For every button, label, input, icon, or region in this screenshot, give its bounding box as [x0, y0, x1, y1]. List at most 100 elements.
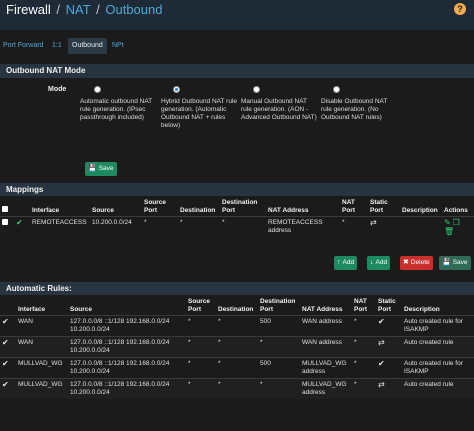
- mode-option-text: Automatic outbound NAT rule generation. …: [80, 98, 153, 121]
- cell-interface: MULLVAD_WG: [16, 378, 68, 399]
- cell-destination: *: [216, 315, 258, 337]
- cell-source-port: *: [142, 216, 178, 239]
- cell-source: 127.0.0.0/8 ::1/128 192.168.0.0/24 10.20…: [68, 315, 186, 337]
- col-destination: Destination: [180, 207, 216, 214]
- top-bar: Firewall / NAT / Outbound ?: [0, 0, 474, 30]
- arrow-down-icon: ↓: [370, 259, 374, 266]
- col-destination-port: Destination Port: [222, 199, 258, 214]
- cell-source-port: *: [186, 378, 216, 399]
- cell-source-port: *: [186, 357, 216, 379]
- cell-source: 127.0.0.0/8 ::1/128 192.168.0.0/24 10.20…: [68, 357, 186, 379]
- cell-destination-port: 500: [258, 357, 300, 379]
- cell-destination: *: [216, 378, 258, 399]
- mode-option-text: Disable Outbound NAT rule generation. (N…: [321, 98, 388, 121]
- col-select: [0, 198, 14, 217]
- cell-source: 127.0.0.0/8 ::1/128 192.168.0.0/24 10.20…: [68, 336, 186, 358]
- add-top-button[interactable]: ↑ Add: [334, 256, 358, 270]
- radio-automatic[interactable]: [94, 86, 101, 93]
- col-nat-port: NAT Port: [354, 298, 367, 313]
- mode-save-label: Save: [98, 165, 114, 172]
- mappings-heading: Mappings: [0, 183, 474, 196]
- col-source: Source: [70, 306, 93, 313]
- col-source-port: Source Port: [144, 199, 167, 214]
- radio-disable[interactable]: [333, 86, 340, 93]
- radio-hybrid[interactable]: [173, 86, 180, 93]
- cell-interface: MULLVAD_WG: [16, 357, 68, 379]
- cell-destination-port: *: [220, 216, 266, 239]
- col-source: Source: [92, 207, 115, 214]
- shuffle-icon: ⇄: [370, 218, 377, 227]
- cell-nat-address: MULLVAD_WG address: [300, 357, 352, 379]
- tab-outbound[interactable]: Outbound: [68, 38, 107, 54]
- trash-icon[interactable]: 🗑: [444, 227, 454, 236]
- col-interface: Interface: [32, 207, 60, 214]
- cell-destination-port: *: [258, 336, 300, 358]
- shuffle-icon: ⇄: [378, 338, 385, 347]
- cell-description: Auto created rule: [402, 378, 474, 399]
- cell-description: Auto created rule for ISAKMP: [402, 315, 474, 337]
- automatic-rules-table: Interface Source Source Port Destination…: [0, 297, 474, 399]
- col-destination: Destination: [218, 306, 254, 313]
- tab-npt[interactable]: NPt: [112, 38, 124, 54]
- breadcrumb-separator: /: [56, 2, 61, 17]
- cell-source: 127.0.0.0/8 ::1/128 192.168.0.0/24 10.20…: [68, 378, 186, 399]
- cell-nat-port: *: [352, 357, 376, 379]
- cell-destination: *: [216, 336, 258, 358]
- nat-tabs: Port Forward 1:1 Outbound NPt: [0, 30, 474, 58]
- help-icon[interactable]: ?: [454, 3, 466, 15]
- radio-manual[interactable]: [253, 86, 260, 93]
- delete-label: Delete: [410, 259, 430, 266]
- table-row: ✔ WAN 127.0.0.0/8 ::1/128 192.168.0.0/24…: [0, 315, 474, 337]
- table-row[interactable]: ✔ REMOTEACCESS 10.200.0.0/24 * * * REMOT…: [0, 216, 474, 239]
- tab-port-forward[interactable]: Port Forward: [3, 38, 43, 54]
- mode-option-text: Manual Outbound NAT rule generation. (AO…: [241, 98, 317, 121]
- check-icon: ✔: [2, 380, 9, 389]
- cell-nat-address: MULLVAD_WG address: [300, 378, 352, 399]
- mappings-table: Interface Source Source Port Destination…: [0, 198, 474, 239]
- col-actions: Actions: [444, 207, 468, 214]
- col-destination-port: Destination Port: [260, 298, 296, 313]
- cell-destination: *: [178, 216, 220, 239]
- select-all-checkbox[interactable]: [2, 206, 8, 212]
- breadcrumb: Firewall / NAT / Outbound: [6, 2, 162, 17]
- mode-option-text: Hybrid Outbound NAT rule generation. (Au…: [161, 98, 237, 129]
- cell-description: Auto created rule: [402, 336, 474, 358]
- col-static-port: Static Port: [370, 199, 388, 214]
- add-bottom-button[interactable]: ↓ Add: [367, 256, 391, 270]
- col-interface: Interface: [18, 306, 46, 313]
- cell-source-port: *: [186, 336, 216, 358]
- cell-description: Auto created rule for ISAKMP: [402, 357, 474, 379]
- outbound-mode-section: Mode Automatic outbound NAT rule generat…: [0, 86, 474, 156]
- add-top-label: Add: [342, 259, 355, 266]
- cell-destination: *: [216, 357, 258, 379]
- mode-save-button[interactable]: 💾 Save: [85, 162, 117, 176]
- cell-nat-address: WAN address: [300, 315, 352, 337]
- check-icon[interactable]: ✔: [16, 218, 23, 227]
- cell-nat-address: REMOTEACCESS address: [266, 216, 340, 239]
- breadcrumb-outbound-link[interactable]: Outbound: [105, 2, 162, 17]
- table-row: ✔ WAN 127.0.0.0/8 ::1/128 192.168.0.0/24…: [0, 336, 474, 358]
- cell-nat-port: *: [352, 378, 376, 399]
- col-description: Description: [402, 207, 438, 214]
- row-select-checkbox[interactable]: [2, 219, 8, 225]
- col-nat-address: NAT Address: [268, 207, 309, 214]
- col-static-port: Static Port: [378, 298, 396, 313]
- cell-nat-port: *: [340, 216, 368, 239]
- breadcrumb-firewall: Firewall: [6, 2, 51, 17]
- cell-nat-port: *: [352, 315, 376, 337]
- check-icon: ✔: [2, 359, 9, 368]
- mappings-save-button[interactable]: 💾 Save: [439, 256, 471, 270]
- tab-one-to-one[interactable]: 1:1: [52, 38, 62, 54]
- save-icon: 💾: [442, 259, 451, 266]
- cell-source: 10.200.0.0/24: [90, 216, 142, 239]
- breadcrumb-nat-link[interactable]: NAT: [66, 2, 91, 17]
- check-icon: ✔: [378, 317, 385, 326]
- pencil-icon[interactable]: ✎: [444, 218, 451, 227]
- cell-nat-port: *: [352, 336, 376, 358]
- delete-button[interactable]: ✖ Delete: [400, 256, 433, 270]
- cell-nat-address: WAN address: [300, 336, 352, 358]
- copy-icon[interactable]: ❐: [453, 218, 460, 227]
- cell-interface: REMOTEACCESS: [30, 216, 90, 239]
- add-bottom-label: Add: [375, 259, 388, 266]
- save-icon: 💾: [88, 165, 97, 172]
